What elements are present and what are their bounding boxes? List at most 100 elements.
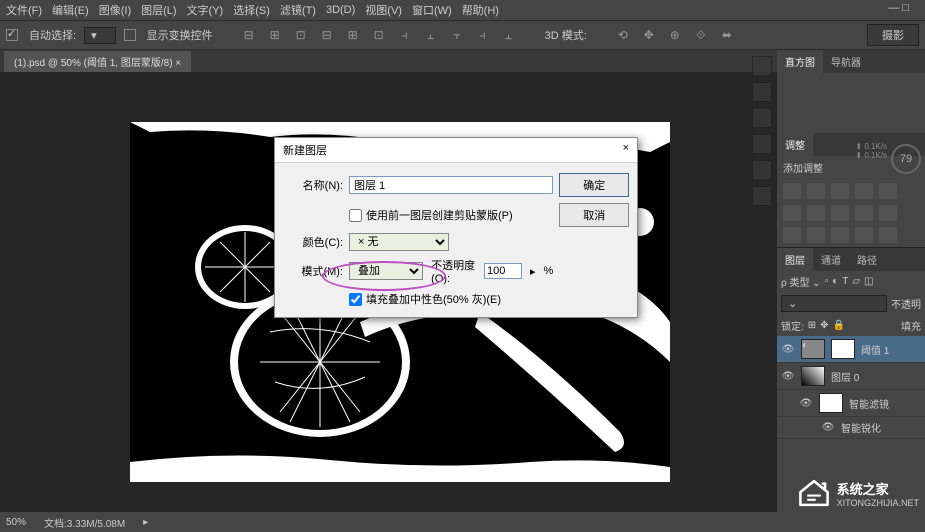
color-select[interactable]: × 无 <box>349 233 449 251</box>
opacity-input[interactable] <box>484 263 522 279</box>
bw-icon[interactable] <box>807 205 825 221</box>
auto-select-dropdown[interactable]: ▾ <box>84 27 116 44</box>
panel-icon[interactable] <box>752 56 772 76</box>
align-icon[interactable]: ⊡ <box>293 27 309 43</box>
align-icon[interactable]: ⊞ <box>345 27 361 43</box>
hue-icon[interactable] <box>783 205 801 221</box>
invert-icon[interactable] <box>783 227 801 243</box>
name-input[interactable] <box>349 176 553 194</box>
tab-channels[interactable]: 通道 <box>813 248 849 271</box>
visibility-icon[interactable]: 👁 <box>799 398 813 409</box>
camera-button[interactable]: 摄影 <box>867 24 919 46</box>
panel-icon[interactable] <box>752 108 772 128</box>
align-icon[interactable]: ⊞ <box>267 27 283 43</box>
percent-label: % <box>543 265 553 277</box>
gradient-map-icon[interactable] <box>855 227 873 243</box>
selective-icon[interactable] <box>879 227 897 243</box>
menu-view[interactable]: 视图(V) <box>365 2 402 18</box>
menu-window[interactable]: 窗口(W) <box>412 2 452 18</box>
threshold-icon[interactable] <box>831 227 849 243</box>
layer-name: 图层 0 <box>831 369 859 384</box>
show-transform-checkbox[interactable] <box>124 29 136 41</box>
smart-sharpen-row[interactable]: 👁 智能锐化 <box>777 417 925 439</box>
3d-icons: ⟲ ✥ ⊕ ⟐ ⬌ <box>615 27 735 43</box>
3d-icon[interactable]: ⟲ <box>615 27 631 43</box>
posterize-icon[interactable] <box>807 227 825 243</box>
layer-row-threshold[interactable]: 👁 ◐ 阈值 1 <box>777 336 925 363</box>
filter-smart-icon[interactable]: ◫ <box>864 276 873 287</box>
vibrance-icon[interactable] <box>879 183 897 199</box>
window-controls[interactable]: — □ <box>888 2 909 14</box>
collapsed-panel-icons <box>749 56 775 206</box>
align-icon[interactable]: ⫠ <box>501 27 517 43</box>
menu-image[interactable]: 图像(I) <box>99 2 131 18</box>
auto-select-checkbox[interactable] <box>6 29 18 41</box>
3d-icon[interactable]: ⟐ <box>693 27 709 43</box>
lookup-icon[interactable] <box>879 205 897 221</box>
filter-text-icon[interactable]: T <box>842 276 848 287</box>
menu-type[interactable]: 文字(Y) <box>187 2 224 18</box>
panel-icon[interactable] <box>752 82 772 102</box>
visibility-icon[interactable]: 👁 <box>821 422 835 433</box>
panel-icon[interactable] <box>752 160 772 180</box>
menu-help[interactable]: 帮助(H) <box>462 2 499 18</box>
tab-paths[interactable]: 路径 <box>849 248 885 271</box>
lock-pixels-icon[interactable]: ⊞ <box>808 320 816 331</box>
menu-edit[interactable]: 编辑(E) <box>52 2 89 18</box>
tab-navigator[interactable]: 导航器 <box>823 50 869 73</box>
exposure-icon[interactable] <box>855 183 873 199</box>
document-tab[interactable]: (1).psd @ 50% (阈值 1, 图层蒙版/8) × <box>4 51 191 72</box>
photo-filter-icon[interactable] <box>831 205 849 221</box>
fill-neutral-checkbox[interactable]: 填充叠加中性色(50% 灰)(E) <box>349 291 553 307</box>
menu-filter[interactable]: 滤镜(T) <box>280 2 316 18</box>
right-panels: 直方图 导航器 调整 添加调整 ⬆ 0.1K/s ⬇ 0.1K/s 79 图层 … <box>777 50 925 512</box>
opacity-stepper-icon[interactable]: ▸ <box>530 265 536 278</box>
menu-layer[interactable]: 图层(L) <box>141 2 176 18</box>
visibility-icon[interactable]: 👁 <box>781 371 795 382</box>
dialog-close-icon[interactable]: × <box>623 142 629 158</box>
align-icon[interactable]: ⊟ <box>319 27 335 43</box>
layer-row-bg[interactable]: 👁 图层 0 <box>777 363 925 390</box>
fill-neutral-check-input[interactable] <box>349 293 362 306</box>
filter-shape-icon[interactable]: ▱ <box>852 276 860 287</box>
auto-select-label: 自动选择: <box>29 27 76 43</box>
tab-layers[interactable]: 图层 <box>777 248 813 271</box>
3d-icon[interactable]: ✥ <box>641 27 657 43</box>
dialog-title: 新建图层 <box>283 142 327 158</box>
align-icon[interactable]: ⫟ <box>449 27 465 43</box>
3d-icon[interactable]: ⊕ <box>667 27 683 43</box>
lock-position-icon[interactable]: ✥ <box>820 320 828 331</box>
tab-adjustments[interactable]: 调整 <box>777 133 813 156</box>
brightness-icon[interactable] <box>783 183 801 199</box>
docinfo-arrow-icon[interactable]: ▸ <box>143 517 148 528</box>
cancel-button[interactable]: 取消 <box>559 203 629 227</box>
align-icon[interactable]: ⫞ <box>475 27 491 43</box>
filter-pixels-icon[interactable]: ▫ <box>825 276 829 287</box>
align-icon[interactable]: ⫠ <box>423 27 439 43</box>
layer-kind-filter[interactable]: ρ 类型 ⌄ <box>781 274 821 289</box>
mode-select[interactable]: 叠加 <box>349 262 423 280</box>
menu-3d[interactable]: 3D(D) <box>326 4 355 16</box>
visibility-icon[interactable]: 👁 <box>781 344 795 355</box>
tab-histogram[interactable]: 直方图 <box>777 50 823 73</box>
levels-icon[interactable] <box>807 183 825 199</box>
lock-all-icon[interactable]: 🔒 <box>833 320 845 331</box>
clip-mask-checkbox[interactable]: 使用前一图层创建剪贴蒙版(P) <box>349 207 553 223</box>
align-icon[interactable]: ⊟ <box>241 27 257 43</box>
panel-icon[interactable] <box>752 186 772 206</box>
ok-button[interactable]: 确定 <box>559 173 629 197</box>
smart-sharpen-label: 智能锐化 <box>841 420 881 435</box>
zoom-readout[interactable]: 50% <box>6 517 26 528</box>
3d-icon[interactable]: ⬌ <box>719 27 735 43</box>
align-icon[interactable]: ⊡ <box>371 27 387 43</box>
curves-icon[interactable] <box>831 183 849 199</box>
blend-mode-dropdown[interactable]: ⌄ <box>781 295 887 312</box>
smart-filters-row[interactable]: 👁 智能滤镜 <box>777 390 925 417</box>
align-icon[interactable]: ⫞ <box>397 27 413 43</box>
clip-mask-check-input[interactable] <box>349 209 362 222</box>
menu-file[interactable]: 文件(F) <box>6 2 42 18</box>
filter-adjust-icon[interactable]: ◐ <box>832 276 838 287</box>
mixer-icon[interactable] <box>855 205 873 221</box>
panel-icon[interactable] <box>752 134 772 154</box>
menu-select[interactable]: 选择(S) <box>233 2 270 18</box>
